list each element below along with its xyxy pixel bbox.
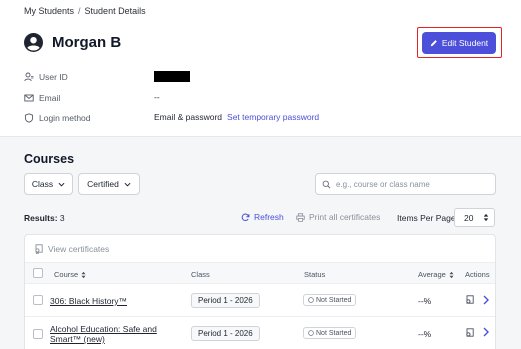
breadcrumb-my-students[interactable]: My Students xyxy=(24,6,74,16)
chevron-down-icon xyxy=(124,182,131,187)
course-search-input[interactable] xyxy=(336,179,486,189)
average-value: --% xyxy=(418,329,432,339)
certified-filter-dropdown[interactable]: Certified xyxy=(78,173,140,195)
table-header: Course Class Status Average Actions xyxy=(25,262,495,284)
column-header-class: Class xyxy=(191,270,210,279)
courses-table: View certificates Course Class Status Av… xyxy=(24,234,496,349)
class-chip: Period 1 - 2026 xyxy=(191,293,260,308)
mail-icon xyxy=(24,94,34,102)
certificate-icon[interactable] xyxy=(465,328,475,338)
column-header-average[interactable]: Average xyxy=(418,270,454,279)
set-temporary-password-link[interactable]: Set temporary password xyxy=(227,112,319,122)
student-name: Morgan B xyxy=(52,34,122,51)
course-link[interactable]: 306: Black History™ xyxy=(50,296,185,306)
column-status-label: Status xyxy=(304,270,326,279)
breadcrumb-current: Student Details xyxy=(84,6,146,16)
chevron-right-icon[interactable] xyxy=(482,295,490,305)
redacted-user-id xyxy=(154,71,190,82)
status-badge: Not Started xyxy=(303,294,357,306)
printer-icon xyxy=(296,212,305,222)
login-method-row: Login method xyxy=(24,112,159,124)
clock-icon xyxy=(308,330,314,336)
user-id-icon xyxy=(24,72,34,82)
column-class-label: Class xyxy=(191,270,210,279)
column-header-status: Status xyxy=(304,270,325,279)
edit-student-button[interactable]: Edit Student xyxy=(422,32,496,54)
login-method-label: Login method xyxy=(39,113,91,123)
email-label: Email xyxy=(39,93,61,103)
certificate-icon[interactable] xyxy=(465,295,475,305)
table-row: 306: Black History™ Period 1 - 2026 Not … xyxy=(25,284,495,317)
refresh-icon xyxy=(241,213,250,221)
status-text: Not Started xyxy=(316,329,352,337)
column-header-course[interactable]: Course xyxy=(54,270,86,279)
refresh-label: Refresh xyxy=(254,212,284,222)
column-header-actions: Actions xyxy=(465,270,490,279)
courses-title: Courses xyxy=(24,152,75,166)
results-number: 3 xyxy=(59,213,65,223)
sort-icon xyxy=(449,271,454,278)
column-average-label: Average xyxy=(418,270,446,279)
column-course-label: Course xyxy=(54,270,79,279)
select-all-checkbox[interactable] xyxy=(33,268,43,278)
status-text: Not Started xyxy=(316,296,352,304)
student-details-panel: My Students / Student Details Morgan B E… xyxy=(0,0,521,136)
items-per-page-value: 20 xyxy=(464,212,474,223)
breadcrumb: My Students / Student Details xyxy=(24,6,146,16)
certificate-icon xyxy=(35,244,43,254)
user-id-row: User ID xyxy=(24,71,159,83)
status-badge: Not Started xyxy=(303,327,357,339)
chevron-down-icon xyxy=(58,182,65,187)
class-filter-label: Class xyxy=(31,179,54,189)
view-certificates-button[interactable]: View certificates xyxy=(34,244,109,254)
email-row: Email xyxy=(24,92,159,104)
results-label: Results: xyxy=(24,213,58,223)
shield-icon xyxy=(24,113,34,123)
certified-filter-label: Certified xyxy=(87,179,119,189)
edit-student-label: Edit Student xyxy=(441,38,489,48)
sort-icon xyxy=(81,271,86,278)
column-actions-label: Actions xyxy=(465,270,490,279)
chevron-right-icon[interactable] xyxy=(482,327,490,337)
login-method-text: Email & password xyxy=(154,112,223,122)
class-filter-dropdown[interactable]: Class xyxy=(24,173,73,195)
user-id-value xyxy=(154,71,190,82)
login-method-value: Email & password Set temporary password xyxy=(154,112,319,122)
print-all-certificates-button[interactable]: Print all certificates xyxy=(296,212,380,222)
items-per-page-label: Items Per Page: xyxy=(397,213,458,223)
sort-icon xyxy=(484,213,489,222)
refresh-button[interactable]: Refresh xyxy=(241,212,284,222)
results-count: Results: 3 xyxy=(24,213,65,223)
table-row: Alcohol Education: Safe and Smart™ (new)… xyxy=(25,317,495,349)
search-icon xyxy=(322,180,331,188)
row-checkbox[interactable] xyxy=(33,295,43,305)
view-certificates-label: View certificates xyxy=(48,244,110,254)
course-search-box[interactable] xyxy=(315,173,496,195)
average-value: --% xyxy=(418,296,432,306)
breadcrumb-separator: / xyxy=(78,6,81,16)
items-per-page-select[interactable]: 20 xyxy=(454,208,495,227)
email-value: -- xyxy=(154,92,160,102)
user-circle-icon xyxy=(24,33,43,52)
pencil-icon xyxy=(430,40,437,47)
course-link[interactable]: Alcohol Education: Safe and Smart™ (new) xyxy=(50,324,185,344)
class-chip: Period 1 - 2026 xyxy=(191,326,260,341)
clock-icon xyxy=(308,297,314,303)
user-id-label: User ID xyxy=(39,72,68,82)
print-all-label: Print all certificates xyxy=(309,212,381,222)
row-checkbox[interactable] xyxy=(33,329,43,339)
